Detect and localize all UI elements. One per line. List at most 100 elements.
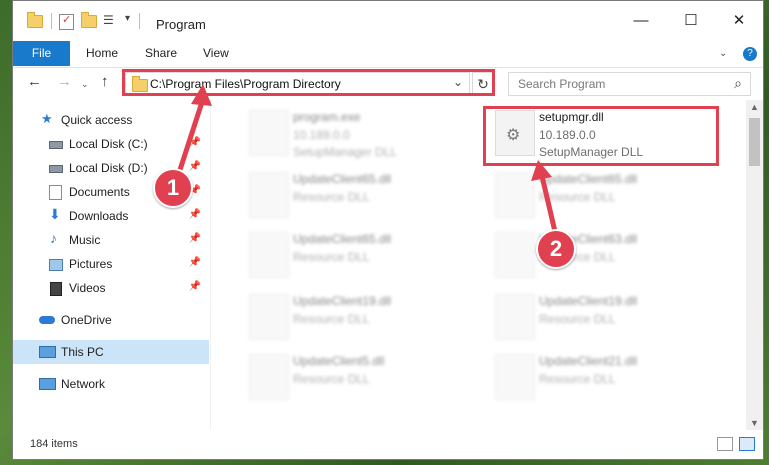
sidebar-item-videos[interactable]: Videos 📌	[13, 276, 209, 300]
file-tile[interactable]: UpdateClient19.dll Resource DLL	[241, 286, 481, 348]
search-box[interactable]: Search Program ⌕	[508, 72, 751, 96]
file-tile[interactable]: UpdateClient19.dll Resource DLL	[487, 286, 727, 348]
file-tile[interactable]: UpdateClient65.dll Resource DLL	[241, 164, 481, 226]
dll-file-icon	[495, 172, 535, 218]
recent-locations-icon[interactable]: ⌄	[81, 79, 89, 90]
dll-file-icon	[249, 232, 289, 278]
file-tile[interactable]: program.exe 10.189.0.0 SetupManager DLL	[241, 102, 481, 164]
expand-ribbon-icon[interactable]: ⌄	[719, 41, 727, 66]
search-icon: ⌕	[734, 75, 742, 91]
music-icon: ♪	[50, 230, 57, 246]
file-tile[interactable]: UpdateClient63.dll Resource DLL	[487, 224, 727, 286]
tab-view[interactable]: View	[203, 41, 229, 66]
file-tile[interactable]: UpdateClient65.dll Resource DLL	[241, 224, 481, 286]
forward-button[interactable]: →	[57, 73, 72, 90]
help-icon[interactable]: ?	[743, 47, 757, 61]
documents-icon	[49, 185, 62, 200]
file-highlight-box	[483, 106, 719, 166]
step-2-marker: 2	[536, 229, 576, 269]
pin-icon[interactable]: 📌	[189, 161, 201, 172]
drive-icon	[49, 165, 63, 173]
pin-icon[interactable]: 📌	[189, 257, 201, 268]
window-title: Program	[156, 17, 206, 32]
properties-icon[interactable]: ✓	[59, 14, 74, 30]
sidebar-item-downloads[interactable]: ⬇ Downloads 📌	[13, 204, 209, 228]
sidebar-item-quick-access[interactable]: ★ Quick access	[13, 108, 209, 132]
file-description: Resource DLL	[293, 312, 370, 326]
sidebar-item-label: Local Disk (C:)	[69, 137, 148, 151]
large-icons-view-icon[interactable]	[739, 437, 755, 451]
status-bar: 184 items	[13, 431, 763, 459]
dll-file-icon	[495, 232, 535, 278]
file-name: program.exe	[293, 110, 361, 124]
sidebar-item-label: Videos	[69, 281, 106, 295]
drive-icon	[49, 141, 63, 149]
search-input[interactable]: Search Program	[518, 77, 605, 91]
pin-icon[interactable]: 📌	[189, 281, 201, 292]
sidebar-item-onedrive[interactable]: OneDrive	[13, 308, 209, 332]
sidebar-item-label: Network	[61, 377, 106, 391]
customize-qat-icon[interactable]: ☰	[103, 13, 117, 28]
sidebar-item-local-disk-c[interactable]: Local Disk (C:) 📌	[13, 132, 209, 156]
maximize-button[interactable]: ☐	[668, 9, 714, 33]
pin-icon[interactable]: 📌	[189, 209, 201, 220]
up-button[interactable]: ↑	[101, 73, 109, 90]
sidebar-item-label: Pictures	[69, 257, 113, 271]
sidebar-item-network[interactable]: Network	[13, 372, 209, 396]
sidebar-item-label: This PC	[61, 345, 104, 359]
dll-file-icon	[249, 172, 289, 218]
file-name: UpdateClient65.dll	[293, 172, 392, 186]
tab-share[interactable]: Share	[145, 41, 177, 66]
tab-home[interactable]: Home	[86, 41, 118, 66]
file-tile[interactable]: UpdateClient21.dll Resource DLL	[487, 346, 727, 408]
sidebar-item-this-pc[interactable]: This PC	[13, 340, 209, 364]
file-tile[interactable]: UpdateClient5.dll Resource DLL	[241, 346, 481, 408]
file-description: Resource DLL	[293, 372, 370, 386]
file-description: Resource DLL	[293, 190, 370, 204]
vertical-scrollbar[interactable]: ▲ ▼	[746, 100, 763, 430]
scroll-up-icon[interactable]: ▲	[750, 102, 759, 112]
file-description: Resource DLL	[293, 250, 370, 264]
sidebar-item-label: Local Disk (D:)	[69, 161, 148, 175]
cloud-icon	[39, 316, 55, 324]
file-description: Resource DLL	[539, 372, 616, 386]
back-button[interactable]: ←	[27, 73, 42, 90]
tab-file[interactable]: File	[13, 41, 70, 66]
file-name: UpdateClient65.dll	[293, 232, 392, 246]
divider	[51, 13, 52, 29]
pin-icon[interactable]: 📌	[189, 137, 201, 148]
file-version: 10.189.0.0	[293, 128, 350, 142]
scroll-down-icon[interactable]: ▼	[750, 418, 759, 428]
scrollbar-thumb[interactable]	[749, 118, 760, 166]
file-tile[interactable]: UpdateClient65.dll Resource DLL	[487, 164, 727, 226]
sidebar-item-label: OneDrive	[61, 313, 112, 327]
sidebar-item-label: Music	[69, 233, 101, 247]
minimize-button[interactable]: —	[618, 9, 664, 33]
star-icon: ★	[41, 111, 53, 126]
new-folder-icon[interactable]	[81, 12, 97, 31]
navigation-pane: ★ Quick access Local Disk (C:) 📌 Local D…	[13, 100, 211, 430]
exe-file-icon	[249, 110, 289, 156]
pin-icon[interactable]: 📌	[189, 233, 201, 244]
file-name: UpdateClient19.dll	[539, 294, 638, 308]
sidebar-item-music[interactable]: ♪ Music 📌	[13, 228, 209, 252]
file-description: Resource DLL	[539, 190, 616, 204]
pictures-icon	[49, 259, 63, 271]
sidebar-item-label: Downloads	[69, 209, 129, 223]
close-button[interactable]: ✕	[716, 9, 762, 33]
sidebar-item-pictures[interactable]: Pictures 📌	[13, 252, 209, 276]
title-bar: ✓ ☰ ▾ Program — ☐ ✕	[13, 1, 763, 39]
explorer-window: ✓ ☰ ▾ Program — ☐ ✕ File Home Share View…	[12, 0, 764, 460]
downloads-icon: ⬇	[49, 206, 61, 222]
file-name: UpdateClient5.dll	[293, 354, 385, 368]
ribbon-tabs: File Home Share View ⌄ ?	[13, 39, 763, 68]
file-description: Resource DLL	[539, 312, 616, 326]
dll-file-icon	[495, 354, 535, 400]
dll-file-icon	[249, 294, 289, 340]
file-description: SetupManager DLL	[293, 145, 398, 159]
computer-icon	[39, 346, 56, 358]
qat-dropdown-icon[interactable]: ▾	[125, 13, 130, 29]
details-view-icon[interactable]	[717, 437, 733, 451]
item-count: 184 items	[30, 438, 78, 450]
dll-file-icon	[249, 354, 289, 400]
